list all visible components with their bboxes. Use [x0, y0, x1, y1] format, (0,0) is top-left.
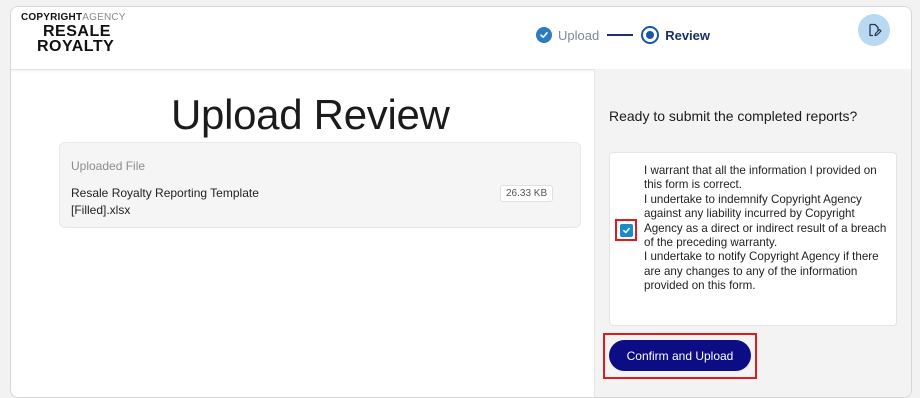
- warranty-line-indemnify: I undertake to indemnify Copyright Agenc…: [644, 192, 887, 250]
- page-title: Upload Review: [171, 91, 450, 138]
- step-review-label: Review: [665, 27, 711, 43]
- edit-document-icon: [869, 23, 882, 37]
- warranty-line-notify: I undertake to notify Copyright Agency i…: [644, 250, 879, 293]
- file-size-badge: 26.33 KB: [500, 185, 554, 202]
- button-highlight: Confirm and Upload: [603, 333, 757, 379]
- warranty-line-correct: I warrant that all the information I pro…: [644, 164, 877, 192]
- edit-document-button[interactable]: [858, 14, 890, 46]
- warranty-box: I warrant that all the information I pro…: [609, 152, 897, 326]
- warranty-checkbox[interactable]: [620, 224, 633, 237]
- submit-panel: Ready to submit the completed reports? I…: [594, 69, 911, 397]
- file-name: Resale Royalty Reporting Template [Fille…: [71, 186, 259, 217]
- logo-brand-bold: COPYRIGHT: [21, 12, 83, 23]
- step-upload-label: Upload: [558, 27, 600, 43]
- logo-resale: RESALE: [43, 23, 111, 40]
- radio-dot-icon: [641, 26, 660, 44]
- logo-brand-light: AGENCY: [82, 12, 126, 23]
- warranty-text: I warrant that all the information I pro…: [644, 164, 888, 294]
- progress-stepper: Upload Review: [536, 25, 710, 45]
- check-circle-icon: [536, 27, 552, 43]
- confirm-and-upload-button[interactable]: Confirm and Upload: [609, 340, 751, 371]
- app-window: COPYRIGHT AGENCY RESALE ROYALTY Upload Re…: [10, 6, 912, 398]
- step-connector: [607, 34, 634, 36]
- logo-royalty: ROYALTY: [37, 38, 115, 55]
- submit-question: Ready to submit the completed reports?: [609, 108, 858, 124]
- checkbox-highlight: [615, 219, 637, 241]
- copyright-agency-logo[interactable]: COPYRIGHT AGENCY RESALE ROYALTY: [21, 13, 126, 55]
- uploaded-file-header: Uploaded File: [71, 159, 146, 173]
- top-header: COPYRIGHT AGENCY RESALE ROYALTY Upload Re…: [11, 7, 911, 70]
- logo-top-line: COPYRIGHT AGENCY: [21, 13, 126, 23]
- check-icon: [623, 227, 630, 234]
- uploaded-file-card: Uploaded File Resale Royalty Reporting T…: [59, 142, 581, 228]
